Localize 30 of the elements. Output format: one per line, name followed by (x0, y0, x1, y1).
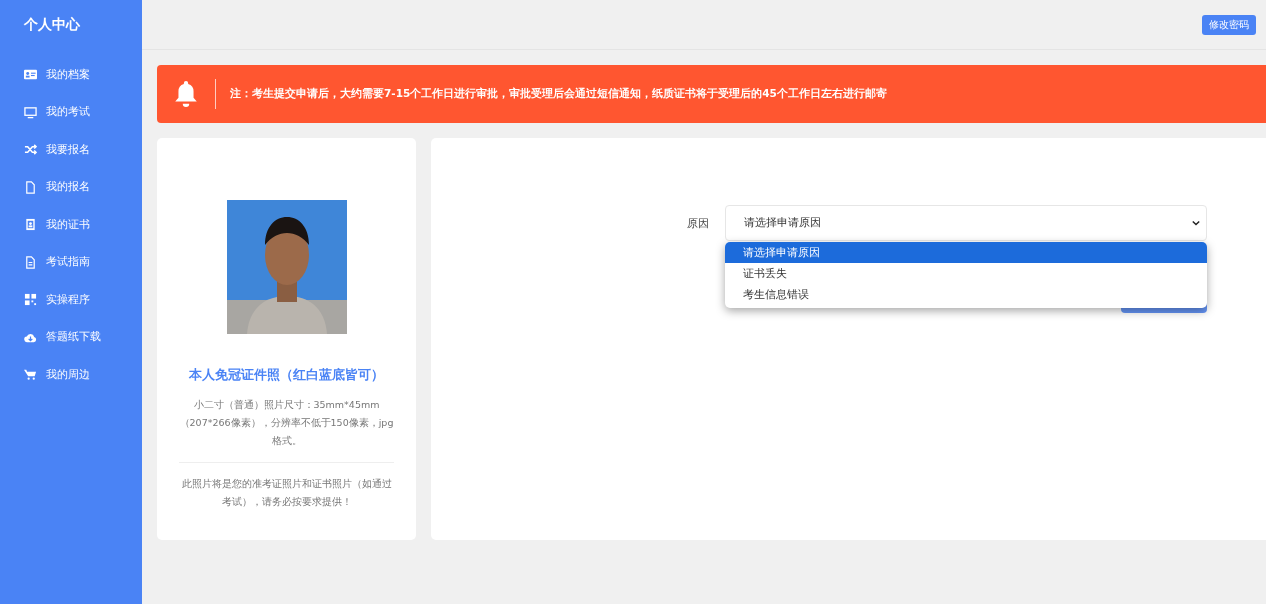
sidebar-item[interactable]: 我的周边 (0, 356, 142, 394)
bell-icon (173, 80, 199, 108)
sidebar-item[interactable]: 答题纸下载 (0, 318, 142, 356)
sidebar-item[interactable]: 实操程序 (0, 281, 142, 319)
reason-label: 原因 (687, 216, 710, 231)
change-password-button[interactable]: 修改密码 (1202, 14, 1256, 35)
monitor-icon (24, 105, 37, 119)
dropdown-option[interactable]: 请选择申请原因 (725, 242, 1207, 263)
sidebar-item[interactable]: 我的报名 (0, 168, 142, 206)
sidebar-item[interactable]: 我的证书 (0, 206, 142, 244)
document-icon (24, 255, 37, 269)
grid-icon (24, 293, 37, 307)
photo-note: 此照片将是您的准考证照片和证书照片（如通过考试），请务必按要求提供！ (180, 477, 393, 509)
id-card-icon (24, 68, 37, 82)
shuffle-icon (24, 143, 37, 157)
sidebar-item[interactable]: 我的考试 (0, 93, 142, 131)
cart-icon (24, 368, 37, 382)
sidebar-item[interactable]: 我要报名 (0, 131, 142, 169)
sidebar-title: 个人中心 (23, 15, 81, 34)
dropdown-option[interactable]: 考生信息错误 (725, 284, 1207, 305)
alert-text: 注：考生提交申请后，大约需要7-15个工作日进行审批，审批受理后会通过短信通知，纸质证书将于受理后的45个工作日左右进行邮寄 (230, 87, 887, 101)
chevron-down-icon (1192, 220, 1200, 226)
badge-icon (24, 218, 37, 232)
photo-title: 本人免冠证件照（红白蓝底皆可） (189, 367, 384, 384)
reason-select[interactable]: 请选择申请原因 (725, 205, 1207, 241)
sidebar-item[interactable]: 我的档案 (0, 56, 142, 94)
dropdown-option[interactable]: 证书丢失 (725, 263, 1207, 284)
sidebar-item[interactable]: 考试指南 (0, 243, 142, 281)
file-icon (24, 180, 37, 194)
photo-description: 小二寸（普通）照片尺寸：35mm*45mm（207*266像素），分辨率不低于150像素，jpg格式。 (179, 398, 394, 448)
